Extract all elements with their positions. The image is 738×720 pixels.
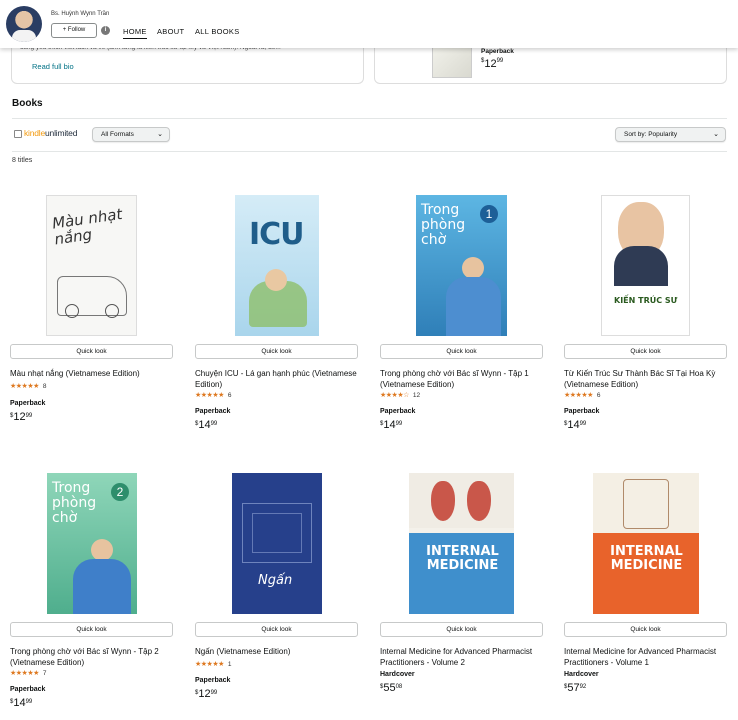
divider xyxy=(12,151,727,152)
quick-look-button[interactable]: Quick look xyxy=(564,344,727,359)
cover-title: Ngấn xyxy=(258,573,293,588)
book-format[interactable]: Paperback xyxy=(195,408,230,415)
book-title-link[interactable]: Internal Medicine for Advanced Pharmacis… xyxy=(564,646,728,668)
book-price: $1499 xyxy=(380,419,403,431)
book-cover[interactable]: Trong phòng chờ 1 xyxy=(416,195,507,336)
book-format[interactable]: Paperback xyxy=(380,408,415,415)
info-icon[interactable]: i xyxy=(101,26,110,35)
nav-all-books[interactable]: ALL BOOKS xyxy=(195,27,240,36)
quick-look-button[interactable]: Quick look xyxy=(10,622,173,637)
avatar[interactable] xyxy=(6,6,42,42)
author-header-bar: Bs. Huỳnh Wynn Trần + Follow i HOME ABOU… xyxy=(0,0,738,48)
book-title-link[interactable]: Chuyện ICU - Lá gan hạnh phúc (Vietnames… xyxy=(195,368,359,390)
book-price: $1299 xyxy=(10,411,33,423)
sort-dropdown[interactable]: Sort by: Popularity ⌄ xyxy=(615,127,726,142)
star-rating[interactable]: ★★★★☆ 12 xyxy=(380,391,420,399)
featured-book-format: Paperback xyxy=(481,48,514,55)
book-price: $1499 xyxy=(564,419,587,431)
cover-title: KIẾN TRÚC SƯ xyxy=(614,296,678,305)
book-format[interactable]: Paperback xyxy=(10,400,45,407)
author-name: Bs. Huỳnh Wynn Trần xyxy=(51,11,110,17)
kindle-unlimited-checkbox[interactable] xyxy=(14,130,22,138)
cover-title: INTERNAL MEDICINE xyxy=(426,544,499,573)
nav-about[interactable]: ABOUT xyxy=(157,27,184,36)
star-rating[interactable]: ★★★★★ 6 xyxy=(564,391,601,399)
book-price: $5508 xyxy=(380,682,403,694)
kindle-unlimited-logo: kindleunlimited xyxy=(24,128,78,138)
star-rating[interactable]: ★★★★★ 6 xyxy=(195,391,232,399)
book-cover[interactable]: Màu nhạt nắng xyxy=(46,195,137,336)
book-format[interactable]: Paperback xyxy=(195,677,230,684)
quick-look-button[interactable]: Quick look xyxy=(380,622,543,637)
format-filter-dropdown[interactable]: All Formats ⌄ xyxy=(92,127,170,142)
quick-look-button[interactable]: Quick look xyxy=(195,344,358,359)
book-cover[interactable]: Ngấn xyxy=(232,473,322,614)
quick-look-button[interactable]: Quick look xyxy=(195,622,358,637)
book-cover[interactable]: KIẾN TRÚC SƯ xyxy=(601,195,690,336)
featured-book-thumbnail[interactable] xyxy=(432,46,472,78)
cover-title: Trong phòng chờ xyxy=(52,480,97,526)
book-cover[interactable]: ICU xyxy=(235,195,319,336)
read-full-bio-link[interactable]: Read full bio xyxy=(32,62,74,71)
book-cover[interactable]: Trong phòng chờ 2 xyxy=(47,473,137,614)
quick-look-button[interactable]: Quick look xyxy=(10,344,173,359)
book-price: $1299 xyxy=(195,688,218,700)
book-price: $1499 xyxy=(195,419,218,431)
book-cover[interactable]: INTERNAL MEDICINE xyxy=(409,473,514,614)
quick-look-button[interactable]: Quick look xyxy=(380,344,543,359)
book-title-link[interactable]: Ngấn (Vietnamese Edition) xyxy=(195,646,359,657)
star-rating[interactable]: ★★★★★ 8 xyxy=(10,382,47,390)
chevron-down-icon: ⌄ xyxy=(157,131,163,138)
cover-title: Trong phòng chờ xyxy=(421,202,466,248)
books-section-title: Books xyxy=(12,98,43,109)
chevron-down-icon: ⌄ xyxy=(713,131,719,138)
titles-count: 8 titles xyxy=(12,157,33,164)
star-rating[interactable]: ★★★★★ 7 xyxy=(10,669,47,677)
book-cover[interactable]: INTERNAL MEDICINE xyxy=(593,473,699,614)
nav-home[interactable]: HOME xyxy=(123,27,147,39)
cover-title: Màu nhạt nắng xyxy=(51,204,124,249)
book-title-link[interactable]: Trong phòng chờ với Bác sĩ Wynn - Tập 2 … xyxy=(10,646,174,668)
book-title-link[interactable]: Từ Kiến Trúc Sư Thành Bác Sĩ Tại Hoa Kỳ … xyxy=(564,368,728,390)
book-format[interactable]: Paperback xyxy=(564,408,599,415)
book-format[interactable]: Hardcover xyxy=(380,671,415,678)
cover-title: ICU xyxy=(249,217,305,252)
divider xyxy=(12,118,727,119)
book-title-link[interactable]: Trong phòng chờ với Bác sĩ Wynn - Tập 1 … xyxy=(380,368,544,390)
follow-button[interactable]: + Follow xyxy=(51,23,97,38)
book-price: $1499 xyxy=(10,697,33,709)
book-format[interactable]: Hardcover xyxy=(564,671,599,678)
book-title-link[interactable]: Internal Medicine for Advanced Pharmacis… xyxy=(380,646,544,668)
featured-book-price: $1299 xyxy=(481,58,504,70)
star-rating[interactable]: ★★★★★ 1 xyxy=(195,660,232,668)
cover-title: INTERNAL MEDICINE xyxy=(610,544,683,573)
book-title-link[interactable]: Màu nhạt nắng (Vietnamese Edition) xyxy=(10,368,174,379)
book-format[interactable]: Paperback xyxy=(10,686,45,693)
quick-look-button[interactable]: Quick look xyxy=(564,622,727,637)
book-price: $5792 xyxy=(564,682,587,694)
